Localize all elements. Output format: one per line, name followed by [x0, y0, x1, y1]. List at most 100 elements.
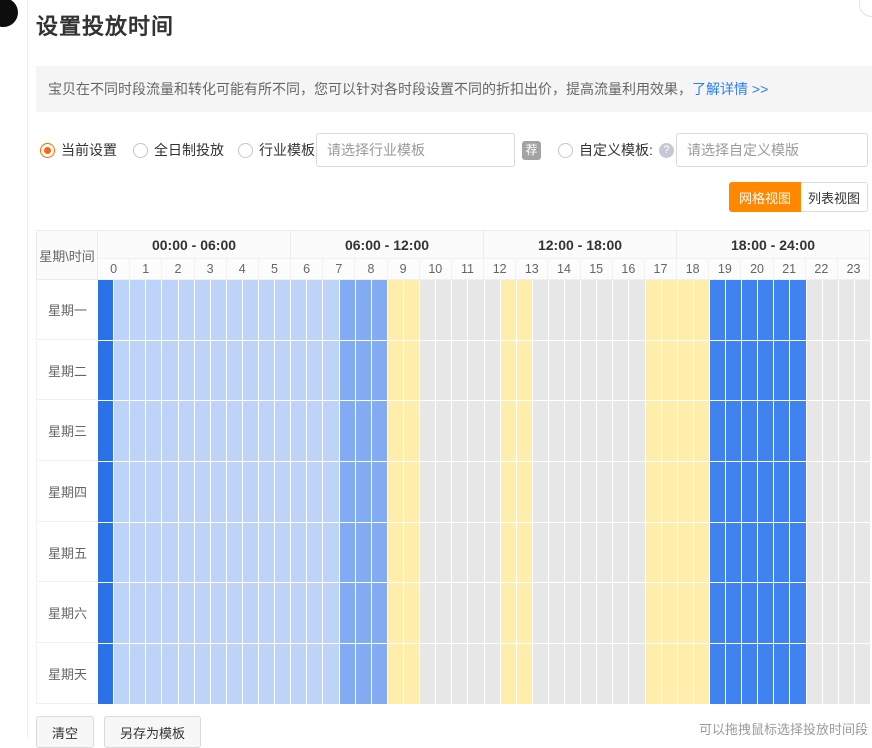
time-slot[interactable]	[839, 523, 854, 583]
time-slot[interactable]	[565, 583, 580, 643]
time-slot[interactable]	[307, 462, 322, 522]
time-slot[interactable]	[291, 523, 306, 583]
time-slot[interactable]	[162, 280, 177, 340]
time-slot[interactable]	[565, 644, 580, 704]
time-slot[interactable]	[533, 583, 548, 643]
time-slot[interactable]	[227, 401, 242, 461]
time-slot[interactable]	[710, 401, 725, 461]
time-slot[interactable]	[710, 341, 725, 401]
time-slot[interactable]	[356, 523, 371, 583]
time-slot[interactable]	[195, 523, 210, 583]
time-slot[interactable]	[468, 644, 483, 704]
time-slot[interactable]	[114, 583, 129, 643]
time-slot[interactable]	[758, 280, 773, 340]
time-slot[interactable]	[259, 523, 274, 583]
time-slot[interactable]	[146, 462, 161, 522]
radio-custom-template[interactable]: 自定义模板: ?	[558, 133, 674, 167]
radio-icon[interactable]	[238, 143, 253, 158]
time-slot[interactable]	[774, 280, 789, 340]
time-slot[interactable]	[211, 280, 226, 340]
time-slot[interactable]	[678, 523, 693, 583]
time-slot[interactable]	[291, 401, 306, 461]
time-slot[interactable]	[275, 583, 290, 643]
time-slot[interactable]	[533, 523, 548, 583]
time-slot[interactable]	[452, 523, 467, 583]
time-slot[interactable]	[549, 583, 564, 643]
time-slot[interactable]	[501, 523, 516, 583]
time-slot[interactable]	[291, 462, 306, 522]
time-slot[interactable]	[452, 644, 467, 704]
time-slot[interactable]	[823, 401, 838, 461]
time-slot[interactable]	[758, 401, 773, 461]
time-slot[interactable]	[485, 583, 500, 643]
radio-icon[interactable]	[558, 143, 573, 158]
time-slot[interactable]	[436, 583, 451, 643]
time-slot[interactable]	[372, 280, 387, 340]
time-slot[interactable]	[790, 462, 805, 522]
time-slot[interactable]	[195, 462, 210, 522]
time-slot[interactable]	[710, 644, 725, 704]
time-slot[interactable]	[227, 462, 242, 522]
time-slot[interactable]	[340, 644, 355, 704]
time-slot[interactable]	[162, 341, 177, 401]
time-slot[interactable]	[243, 280, 258, 340]
custom-template-input[interactable]	[676, 133, 868, 167]
time-slot[interactable]	[162, 462, 177, 522]
time-slot[interactable]	[307, 341, 322, 401]
time-slot[interactable]	[340, 583, 355, 643]
industry-template-input[interactable]	[316, 133, 515, 167]
time-slot[interactable]	[501, 644, 516, 704]
time-slot[interactable]	[629, 583, 644, 643]
time-slot[interactable]	[179, 583, 194, 643]
time-slot[interactable]	[646, 280, 661, 340]
time-slot[interactable]	[98, 644, 113, 704]
time-slot[interactable]	[581, 341, 596, 401]
time-slot[interactable]	[517, 644, 532, 704]
time-slot[interactable]	[404, 523, 419, 583]
time-slot[interactable]	[726, 462, 741, 522]
time-slot[interactable]	[356, 341, 371, 401]
time-slot[interactable]	[227, 583, 242, 643]
time-slot[interactable]	[98, 401, 113, 461]
time-slot[interactable]	[211, 401, 226, 461]
close-button-fragment[interactable]	[859, 0, 872, 17]
radio-selected-icon[interactable]	[40, 143, 55, 158]
time-slot[interactable]	[404, 401, 419, 461]
time-slot[interactable]	[195, 280, 210, 340]
time-slot[interactable]	[114, 280, 129, 340]
time-slot[interactable]	[211, 583, 226, 643]
time-slot[interactable]	[388, 341, 403, 401]
time-slot[interactable]	[372, 523, 387, 583]
time-slot[interactable]	[646, 644, 661, 704]
time-slot[interactable]	[114, 341, 129, 401]
time-slot[interactable]	[162, 401, 177, 461]
time-slot[interactable]	[517, 341, 532, 401]
time-slot[interactable]	[758, 341, 773, 401]
time-slot[interactable]	[807, 644, 822, 704]
time-slot[interactable]	[259, 341, 274, 401]
time-slot[interactable]	[323, 583, 338, 643]
save-as-template-button[interactable]: 另存为模板	[104, 716, 201, 748]
time-slot[interactable]	[452, 462, 467, 522]
time-slot[interactable]	[372, 341, 387, 401]
time-slot[interactable]	[162, 523, 177, 583]
time-slot[interactable]	[356, 462, 371, 522]
time-slot[interactable]	[98, 280, 113, 340]
time-slot[interactable]	[597, 401, 612, 461]
time-slot[interactable]	[758, 462, 773, 522]
time-slot[interactable]	[211, 341, 226, 401]
time-slot[interactable]	[662, 583, 677, 643]
time-slot[interactable]	[323, 644, 338, 704]
time-slot[interactable]	[452, 280, 467, 340]
time-slot[interactable]	[662, 341, 677, 401]
time-slot[interactable]	[613, 341, 628, 401]
time-slot[interactable]	[291, 583, 306, 643]
time-slot[interactable]	[259, 280, 274, 340]
time-slot[interactable]	[485, 401, 500, 461]
time-slot[interactable]	[565, 341, 580, 401]
clear-button[interactable]: 清空	[36, 716, 94, 748]
time-slot[interactable]	[211, 644, 226, 704]
time-slot[interactable]	[323, 341, 338, 401]
time-slot[interactable]	[468, 523, 483, 583]
time-slot[interactable]	[388, 523, 403, 583]
